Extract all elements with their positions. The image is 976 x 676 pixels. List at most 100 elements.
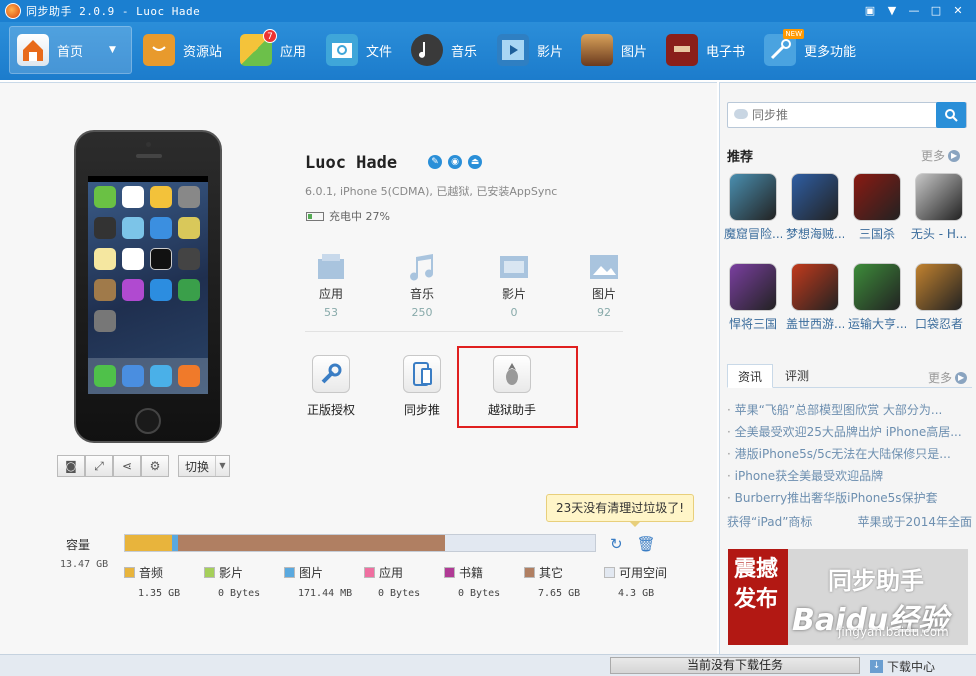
stat-photos[interactable]: 图片 92: [574, 253, 634, 319]
game-icon: [915, 173, 963, 221]
right-sidebar: 推荐 更多 ▶ 魔窟冒险... 梦想海贼... 三国杀 无头 - H... 悍将三国盖世…: [719, 82, 976, 654]
appstore-app-icon: [150, 279, 172, 301]
recommended-app[interactable]: 口袋忍者: [910, 263, 968, 332]
status-bar: 当前没有下载任务 ↓ 下载中心: [0, 654, 976, 676]
reminders-app-icon: [122, 248, 144, 270]
app-box-icon: [316, 253, 346, 281]
download-center-button[interactable]: ↓ 下载中心: [870, 658, 935, 675]
home-dropdown-icon[interactable]: ▼: [109, 45, 116, 55]
toolbar-apps[interactable]: 7 应用: [240, 26, 306, 74]
view-icon[interactable]: ◉: [448, 155, 462, 169]
capacity-segment: [178, 535, 446, 551]
legend-item: 应用: [364, 564, 403, 581]
edit-icon[interactable]: ✎: [428, 155, 442, 169]
feedback-icon[interactable]: ▣: [862, 3, 878, 18]
news-link[interactable]: iPhone获全美最受欢迎品牌: [727, 467, 972, 484]
maximize-icon[interactable]: □: [928, 3, 944, 18]
news-more-link[interactable]: 更多 ▶: [928, 369, 968, 386]
battery-icon: [306, 211, 324, 221]
videos-app-icon: [94, 217, 116, 239]
toolbar-home[interactable]: 首页 ▼: [9, 26, 132, 74]
close-icon[interactable]: ✕: [950, 3, 966, 18]
image-icon: [589, 253, 619, 281]
toolbar-music[interactable]: 音乐: [411, 26, 477, 74]
toolbar-photos[interactable]: 图片: [581, 26, 647, 74]
legend-item: 可用空间: [604, 564, 667, 581]
recommended-app[interactable]: 悍将三国: [724, 263, 782, 332]
news-link[interactable]: Burberry推出奢华版iPhone5s保护套: [727, 489, 972, 506]
capacity-segment: [445, 535, 595, 551]
recommend-more-link[interactable]: 更多 ▶: [921, 147, 961, 164]
tool-sync-push[interactable]: 同步推: [387, 355, 457, 418]
recommended-app[interactable]: 盖世西游...: [786, 263, 844, 332]
news-link[interactable]: 苹果“飞船”总部模型图欣赏 大部分为...: [727, 401, 972, 418]
menu-icon[interactable]: ▼: [884, 3, 900, 18]
wrench-icon: [312, 355, 350, 393]
toolbar-files[interactable]: 文件: [326, 26, 392, 74]
recommended-app[interactable]: 运输大亨...: [848, 263, 906, 332]
legend-item: 图片: [284, 564, 323, 581]
tool-genuine-license[interactable]: 正版授权: [296, 355, 366, 418]
legend-item: 书籍: [444, 564, 483, 581]
photo-icon: [581, 34, 613, 66]
fullscreen-icon[interactable]: ⤢: [85, 455, 113, 477]
promo-banner[interactable]: 震撼发布 同步助手 Baidu经验 jingyan.baidu.com: [728, 549, 968, 645]
recommended-app[interactable]: 无头 - H...: [910, 173, 968, 242]
tab-reviews[interactable]: 评测: [775, 364, 819, 388]
legend-swatch: [284, 567, 295, 578]
stat-apps[interactable]: 应用 53: [301, 253, 361, 319]
toolbar-movies[interactable]: 影片: [497, 26, 563, 74]
stat-movies[interactable]: 影片 0: [484, 253, 544, 319]
news-link[interactable]: 苹果或于2014年全面: [857, 513, 972, 530]
toolbar-resources[interactable]: 资源站: [143, 26, 222, 74]
cleanup-tip[interactable]: 23天没有清理过垃圾了!: [546, 494, 694, 527]
toolbar-ebooks[interactable]: 电子书: [666, 26, 745, 74]
messages-app-icon: [94, 186, 116, 208]
weather-app-icon: [150, 217, 172, 239]
download-task-status[interactable]: 当前没有下载任务: [610, 657, 860, 674]
share-icon[interactable]: ⋖: [113, 455, 141, 477]
recommended-app[interactable]: 三国杀: [848, 173, 906, 242]
recommended-app[interactable]: 魔窟冒险...: [724, 173, 782, 242]
search-button[interactable]: [936, 102, 966, 128]
phone-status-bar: [88, 176, 208, 182]
stocks-app-icon: [178, 248, 200, 270]
eject-icon[interactable]: ⏏: [468, 155, 482, 169]
switch-device-button[interactable]: 切换 ▼: [178, 455, 230, 477]
tab-news[interactable]: 资讯: [727, 364, 774, 388]
toolbar-more[interactable]: NEW 更多功能: [764, 26, 856, 74]
news-link[interactable]: 全美最受欢迎25大品牌出炉 iPhone高居...: [727, 423, 972, 440]
folder-sync-icon: [326, 34, 358, 66]
game-icon: [729, 263, 777, 311]
legend-label: 可用空间: [619, 566, 668, 580]
shopping-bag-icon: [143, 34, 175, 66]
trash-icon[interactable]: 🗑: [637, 535, 656, 553]
battery-status: 充电中 27%: [306, 208, 390, 224]
apps-icon: 7: [240, 29, 277, 66]
minimize-icon[interactable]: —: [906, 3, 922, 18]
maps-app-icon: [122, 217, 144, 239]
search-box: [727, 102, 967, 128]
new-tag: NEW: [783, 29, 804, 39]
news-link[interactable]: 港版iPhone5s/5c无法在大陆保修只是...: [727, 445, 972, 462]
game-icon: [853, 173, 901, 221]
settings-gear-icon[interactable]: ⚙: [141, 455, 169, 477]
app-logo-icon: [5, 3, 21, 19]
legend-value: 0 Bytes: [218, 588, 261, 599]
book-icon: [666, 34, 698, 66]
game-icon: [853, 263, 901, 311]
recommended-app[interactable]: 梦想海贼...: [786, 173, 844, 242]
gamecenter-app-icon: [178, 279, 200, 301]
photos-app-icon: [150, 186, 172, 208]
legend-label: 书籍: [459, 566, 484, 580]
chevron-down-icon: ▼: [215, 456, 229, 476]
legend-label: 影片: [219, 566, 244, 580]
stat-music[interactable]: 音乐 250: [392, 253, 452, 319]
news-link[interactable]: 获得“iPad”商标: [727, 513, 812, 530]
refresh-icon[interactable]: ↻: [610, 535, 623, 553]
screenshot-icon[interactable]: ◙: [57, 455, 85, 477]
search-input[interactable]: [752, 106, 932, 124]
recommend-title: 推荐: [727, 150, 754, 165]
legend-label: 应用: [379, 566, 404, 580]
banner-left-text: 震撼发布: [734, 557, 779, 612]
